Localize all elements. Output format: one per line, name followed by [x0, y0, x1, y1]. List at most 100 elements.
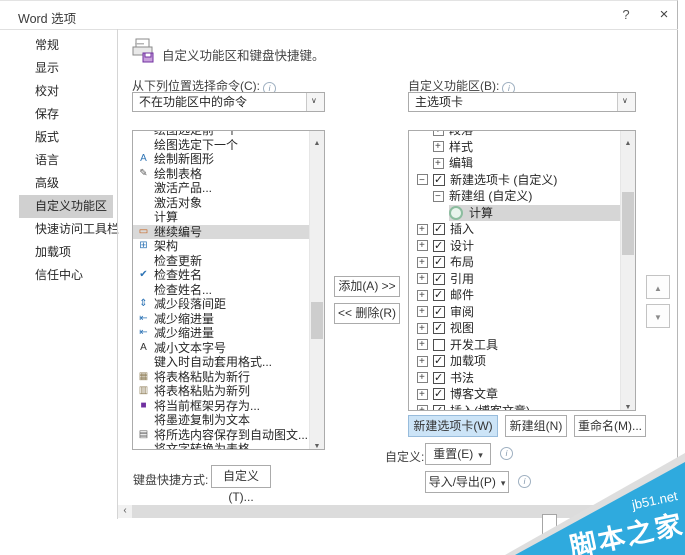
scroll-up-icon[interactable] [621, 131, 635, 146]
tree-item[interactable]: 段落 [409, 131, 621, 139]
commands-source-dropdown[interactable]: 不在功能区中的命令 [132, 92, 325, 112]
checkbox[interactable] [433, 338, 445, 351]
command-list-item[interactable]: ▦ 将表格粘贴为新行 [133, 370, 310, 385]
sidebar-item-3[interactable]: 保存 [19, 103, 113, 126]
reset-button[interactable]: 重置(E) [425, 443, 491, 465]
command-list-item[interactable]: ▤ 将所选内容保存到自动图文... [133, 428, 310, 443]
command-list-item[interactable]: 计算 [133, 210, 310, 225]
expand-icon[interactable] [433, 131, 444, 139]
sidebar-item-9[interactable]: 加载项 [19, 241, 113, 264]
checkbox[interactable] [433, 320, 445, 337]
command-list-item[interactable]: 绘图选定前一个 [133, 131, 310, 138]
ribbon-tree-scrollbar[interactable] [620, 131, 635, 410]
move-up-button[interactable] [646, 275, 670, 299]
command-list-item[interactable]: A 减小文本字号 [133, 341, 310, 356]
tree-item[interactable]: 设计 [409, 238, 621, 254]
import-export-button[interactable]: 导入/导出(P) [425, 471, 509, 493]
tree-item[interactable]: 编辑 [409, 155, 621, 172]
ribbon-target-dropdown[interactable]: 主选项卡 [408, 92, 636, 112]
sidebar-item-2[interactable]: 校对 [19, 80, 113, 103]
expand-icon[interactable] [417, 387, 428, 403]
move-down-button[interactable] [646, 304, 670, 328]
sidebar-item-6[interactable]: 高级 [19, 172, 113, 195]
expand-icon[interactable] [417, 238, 428, 254]
command-list-item[interactable]: ▭ 继续编号 [133, 224, 310, 239]
tree-item[interactable]: 加载项 [409, 353, 621, 370]
scroll-up-icon[interactable] [310, 131, 324, 146]
command-list-scrollbar[interactable] [309, 131, 324, 449]
sidebar-item-1[interactable]: 显示 [19, 57, 113, 80]
command-list-item[interactable]: ⇕ 减少段落间距 [133, 297, 310, 312]
tree-item[interactable]: 视图 [409, 320, 621, 337]
command-list-item[interactable]: 绘图选定下一个 [133, 138, 310, 153]
scrollbar-thumb[interactable] [311, 302, 323, 339]
expand-icon[interactable] [417, 255, 428, 271]
expand-icon[interactable] [433, 156, 444, 172]
command-list-item[interactable]: A 绘制新图形 [133, 152, 310, 167]
tree-item[interactable]: 布局 [409, 254, 621, 271]
expand-icon[interactable] [417, 271, 428, 287]
tree-item[interactable]: 计算 [409, 204, 621, 221]
checkbox[interactable] [433, 271, 445, 287]
tree-item[interactable]: 样式 [409, 139, 621, 155]
command-list-item[interactable]: ✔ 检查姓名 [133, 268, 310, 283]
command-list-item[interactable]: 激活对象 [133, 196, 310, 211]
checkbox[interactable] [433, 353, 445, 370]
tree-item[interactable]: 书法 [409, 370, 621, 386]
tree-item[interactable]: 审阅 [409, 304, 621, 320]
new-group-button[interactable]: 新建组(N) [505, 415, 567, 437]
expand-icon[interactable] [417, 354, 428, 370]
sidebar-item-10[interactable]: 信任中心 [19, 264, 113, 287]
shortcut-customize-button[interactable]: 自定义(T)... [211, 465, 271, 504]
tree-item[interactable]: 插入(博客文章) [409, 403, 621, 410]
tree-item[interactable]: 新建组 (自定义) [409, 188, 621, 205]
sidebar-item-4[interactable]: 版式 [19, 126, 113, 149]
tree-item[interactable]: 插入 [409, 221, 621, 238]
scroll-down-icon[interactable] [621, 395, 635, 410]
sidebar-item-7[interactable]: 自定义功能区 [19, 195, 113, 218]
command-list-item[interactable]: ▥ 将表格粘贴为新列 [133, 384, 310, 399]
command-list-item[interactable]: 检查姓名... [133, 283, 310, 298]
checkbox[interactable] [433, 254, 445, 271]
scroll-left-icon[interactable] [118, 505, 132, 518]
command-list-item[interactable]: 将文字转换为表格… [133, 442, 310, 449]
chevron-down-icon[interactable] [617, 93, 635, 111]
command-list-item[interactable]: 键入时自动套用格式... [133, 355, 310, 370]
tree-item[interactable]: 邮件 [409, 287, 621, 304]
expand-icon[interactable] [417, 304, 428, 320]
command-list-item[interactable]: ✎ 绘制表格 [133, 167, 310, 182]
expand-icon[interactable] [417, 321, 428, 337]
tree-item[interactable]: 开发工具 [409, 337, 621, 353]
tree-item[interactable]: 新建选项卡 (自定义) [409, 172, 621, 188]
scrollbar-thumb[interactable] [622, 192, 634, 255]
add-button[interactable]: 添加(A) >> [334, 276, 400, 297]
checkbox[interactable] [433, 172, 445, 188]
checkbox[interactable] [433, 287, 445, 304]
rename-button[interactable]: 重命名(M)... [574, 415, 646, 437]
expand-icon[interactable] [417, 222, 428, 238]
new-tab-button[interactable]: 新建选项卡(W) [408, 415, 498, 437]
checkbox[interactable] [433, 304, 445, 320]
checkbox[interactable] [433, 221, 445, 238]
checkbox[interactable] [433, 386, 445, 403]
command-list-item[interactable]: 检查更新 [133, 254, 310, 269]
tree-item[interactable]: 博客文章 [409, 386, 621, 403]
expand-icon[interactable] [417, 337, 428, 353]
expand-icon[interactable] [417, 370, 428, 386]
collapse-icon[interactable] [417, 173, 428, 188]
collapse-icon[interactable] [433, 189, 444, 205]
command-list-item[interactable]: ⊞ 架构 [133, 239, 310, 254]
expand-icon[interactable] [433, 139, 444, 155]
command-list-item[interactable]: ■ 将当前框架另存为... [133, 399, 310, 414]
command-list-item[interactable]: 将墨迹复制为文本 [133, 413, 310, 428]
chevron-down-icon[interactable] [306, 93, 324, 111]
close-button[interactable]: × [652, 5, 676, 25]
command-list-item[interactable]: 激活产品... [133, 181, 310, 196]
help-button[interactable]: ? [614, 5, 638, 25]
command-list-item[interactable]: ⇤ 减少缩进量 [133, 326, 310, 341]
checkbox[interactable] [433, 370, 445, 386]
remove-button[interactable]: << 删除(R) [334, 303, 400, 324]
tree-item[interactable]: 引用 [409, 271, 621, 287]
command-list-item[interactable]: ⇤ 减少缩进量 [133, 312, 310, 327]
sidebar-item-8[interactable]: 快速访问工具栏 [19, 218, 119, 241]
